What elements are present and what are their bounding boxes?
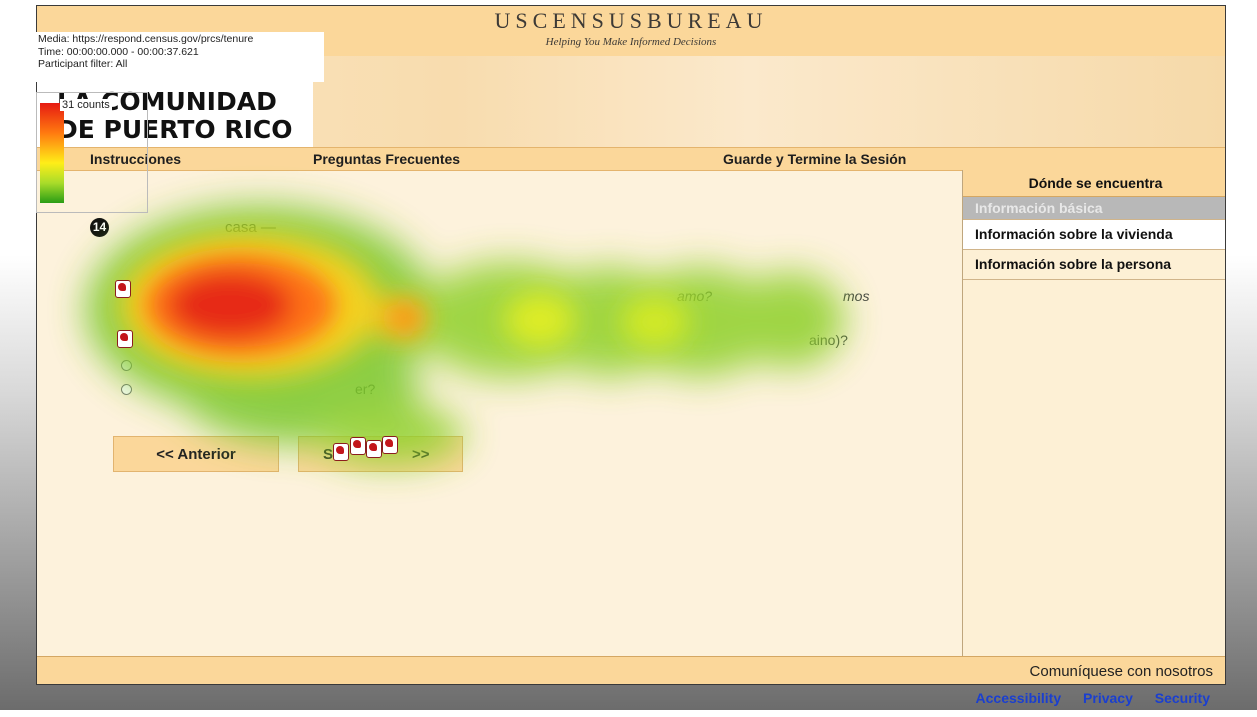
click-marker-icon bbox=[382, 436, 398, 454]
heatmap-count-label: 31 counts bbox=[60, 99, 112, 111]
time-range-text: Time: 00:00:00.000 - 00:00:37.621 bbox=[38, 45, 199, 58]
click-marker-icon bbox=[333, 443, 349, 461]
census-page: USCENSUSBUREAU Helping You Make Informed… bbox=[36, 5, 1226, 685]
sidebar-item-person-info[interactable]: Información sobre la persona bbox=[963, 250, 1225, 280]
previous-button[interactable]: << Anterior bbox=[113, 436, 279, 472]
next-button-label: S bbox=[323, 446, 334, 463]
nav-faq-link[interactable]: Preguntas Frecuentes bbox=[313, 151, 460, 167]
next-button-arrows: >> bbox=[412, 446, 430, 463]
contact-us-link[interactable]: Comuníquese con nosotros bbox=[1030, 663, 1213, 680]
footer-band: Comuníquese con nosotros bbox=[37, 656, 1225, 684]
heatmap-color-scale bbox=[40, 103, 64, 203]
progress-sidebar: Dónde se encuentra Información básica In… bbox=[962, 170, 1225, 656]
click-marker-icon bbox=[115, 280, 131, 298]
sidebar-item-basic-info[interactable]: Información básica bbox=[963, 197, 1225, 220]
footer-links: Accessibility Privacy Security bbox=[958, 690, 1210, 706]
option-1-text-fragment: amo? bbox=[677, 288, 713, 304]
privacy-link[interactable]: Privacy bbox=[1083, 690, 1133, 706]
nav-save-exit-link[interactable]: Guarde y Termine la Sesión bbox=[723, 151, 906, 167]
click-marker-icon bbox=[366, 440, 382, 458]
media-url-text: Media: https://respond.census.gov/prcs/t… bbox=[38, 33, 254, 45]
security-link[interactable]: Security bbox=[1155, 690, 1210, 706]
click-marker-icon bbox=[350, 437, 366, 455]
option-3-radio[interactable] bbox=[121, 360, 132, 371]
media-info-box: Media: https://respond.census.gov/prcs/t… bbox=[36, 32, 324, 82]
sidebar-heading: Dónde se encuentra bbox=[963, 170, 1225, 197]
question-text: casa — bbox=[225, 219, 276, 236]
sidebar-item-housing-info[interactable]: Información sobre la vivienda bbox=[963, 220, 1225, 250]
top-nav: Instrucciones Preguntas Frecuentes Guard… bbox=[37, 147, 1225, 171]
census-bureau-logo: USCENSUSBUREAU bbox=[494, 8, 768, 33]
question-number-badge: 14 bbox=[90, 218, 109, 237]
option-4-radio[interactable] bbox=[121, 384, 132, 395]
option-4-text-fragment: er? bbox=[355, 381, 376, 397]
accessibility-link[interactable]: Accessibility bbox=[976, 690, 1062, 706]
option-1-text-end: mos bbox=[843, 288, 870, 304]
click-marker-icon bbox=[117, 330, 133, 348]
option-2-text-end: aino)? bbox=[809, 332, 848, 348]
participant-filter-text: Participant filter: All bbox=[38, 58, 128, 70]
